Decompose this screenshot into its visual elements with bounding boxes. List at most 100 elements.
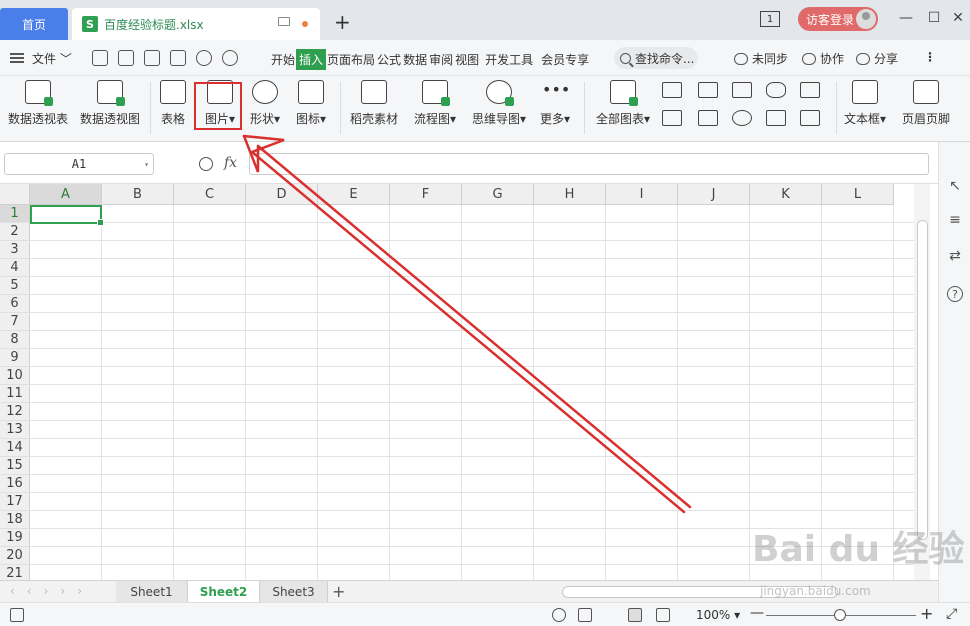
column-header[interactable]: I	[606, 184, 678, 205]
collab-button[interactable]: 协作	[802, 50, 844, 67]
zoom-out-button[interactable]: —	[750, 605, 764, 621]
center-icon[interactable]	[578, 608, 592, 622]
tab-page-layout[interactable]: 页面布局	[326, 49, 376, 70]
icon-button[interactable]: 图标▾	[296, 80, 326, 127]
undo-icon[interactable]	[196, 50, 212, 66]
row-header[interactable]: 12	[0, 403, 30, 421]
column-header[interactable]: G	[462, 184, 534, 205]
row-header[interactable]: 15	[0, 457, 30, 475]
stock-chart-icon[interactable]	[698, 110, 718, 126]
close-icon[interactable]: ✕	[950, 10, 966, 26]
add-sheet-button[interactable]: +	[332, 582, 345, 601]
tab-start[interactable]: 开始	[270, 49, 296, 70]
row-header[interactable]: 11	[0, 385, 30, 403]
row-header[interactable]: 9	[0, 349, 30, 367]
sync-button[interactable]: 未同步	[734, 50, 788, 67]
row-header[interactable]: 21	[0, 565, 30, 580]
combo-chart-icon[interactable]	[800, 110, 820, 126]
tab-view[interactable]: 视图	[454, 49, 480, 70]
select-cursor-icon[interactable]: ↖	[947, 178, 963, 194]
export-icon[interactable]	[118, 50, 134, 66]
eye-protection-icon[interactable]	[552, 608, 566, 622]
macro-icon[interactable]	[10, 608, 24, 622]
formula-input[interactable]	[249, 153, 929, 175]
row-header[interactable]: 14	[0, 439, 30, 457]
monitor-icon[interactable]	[278, 17, 290, 26]
row-header[interactable]: 5	[0, 277, 30, 295]
tab-data[interactable]: 数据	[402, 49, 428, 70]
row-header[interactable]: 8	[0, 331, 30, 349]
row-header[interactable]: 19	[0, 529, 30, 547]
column-header[interactable]: C	[174, 184, 246, 205]
tab-insert[interactable]: 插入	[296, 49, 327, 70]
column-header[interactable]: L	[822, 184, 894, 205]
row-header[interactable]: 10	[0, 367, 30, 385]
tab-file[interactable]: S 百度经验标题.xlsx	[72, 8, 320, 40]
file-menu[interactable]: 文件 ﹀	[32, 50, 72, 67]
pie-chart-icon[interactable]	[732, 110, 752, 126]
sheet-tab-1[interactable]: Sheet1	[116, 581, 188, 603]
row-header[interactable]: 6	[0, 295, 30, 313]
tab-developer[interactable]: 开发工具	[484, 49, 534, 70]
column-header[interactable]: K	[750, 184, 822, 205]
flowchart-button[interactable]: 流程图▾	[414, 80, 456, 127]
settings-sliders-icon[interactable]: ≡	[947, 212, 963, 228]
zoom-formula-icon[interactable]	[199, 157, 213, 171]
minimize-icon[interactable]: —	[898, 10, 914, 26]
row-header[interactable]: 13	[0, 421, 30, 439]
more-menu-icon[interactable]: ⋮	[924, 50, 936, 64]
row-header[interactable]: 17	[0, 493, 30, 511]
column-header[interactable]: F	[390, 184, 462, 205]
sheet-tab-2[interactable]: Sheet2	[188, 581, 260, 603]
radar-chart-icon[interactable]	[766, 82, 786, 98]
tab-formula[interactable]: 公式	[376, 49, 402, 70]
map-chart-icon[interactable]	[662, 110, 682, 126]
area-chart-icon[interactable]	[800, 82, 820, 98]
column-header[interactable]: J	[678, 184, 750, 205]
line-chart-icon[interactable]	[732, 82, 752, 98]
row-header[interactable]: 2	[0, 223, 30, 241]
row-header[interactable]: 1	[0, 205, 30, 223]
fx-icon[interactable]: fx	[224, 155, 237, 171]
search-command[interactable]: 查找命令...	[614, 47, 698, 69]
material-button[interactable]: 稻壳素材	[350, 80, 398, 127]
window-count-icon[interactable]: 1	[760, 11, 780, 27]
page-view-icon[interactable]	[656, 608, 670, 622]
maximize-icon[interactable]: ☐	[926, 10, 942, 26]
menu-icon[interactable]	[10, 53, 24, 63]
fullscreen-icon[interactable]: ⤢	[946, 606, 957, 622]
column-header[interactable]: B	[102, 184, 174, 205]
bar-chart-icon[interactable]	[698, 82, 718, 98]
row-header[interactable]: 20	[0, 547, 30, 565]
textbox-button[interactable]: 文本框▾	[844, 80, 886, 127]
active-cell[interactable]	[30, 205, 104, 226]
redo-icon[interactable]	[222, 50, 238, 66]
sheet-nav-arrows-icon[interactable]: ‹‹›››	[10, 584, 94, 598]
column-header[interactable]: E	[318, 184, 390, 205]
more-button[interactable]: ••• 更多▾	[540, 80, 570, 127]
zoom-level[interactable]: 100% ▾	[696, 608, 740, 622]
new-tab-button[interactable]: +	[334, 12, 351, 32]
header-footer-button[interactable]: 页眉页脚	[902, 80, 950, 127]
shape-button[interactable]: 形状▾	[250, 80, 280, 127]
zoom-in-button[interactable]: +	[920, 604, 933, 623]
pivot-table-button[interactable]: 数据透视表	[8, 80, 68, 127]
pivot-chart-button[interactable]: 数据透视图	[80, 80, 140, 127]
row-header[interactable]: 16	[0, 475, 30, 493]
row-header[interactable]: 18	[0, 511, 30, 529]
zoom-slider-knob[interactable]	[834, 609, 846, 621]
share-button[interactable]: 分享	[856, 50, 898, 67]
all-charts-button[interactable]: 全部图表▾	[596, 80, 650, 127]
table-button[interactable]: 表格	[160, 80, 186, 127]
scatter-chart-icon[interactable]	[766, 110, 786, 126]
tab-member[interactable]: 会员专享	[540, 49, 590, 70]
print-icon[interactable]	[144, 50, 160, 66]
row-header[interactable]: 3	[0, 241, 30, 259]
vertical-scroll-thumb[interactable]	[917, 220, 928, 540]
select-all-corner[interactable]	[0, 184, 30, 205]
tab-review[interactable]: 审阅	[428, 49, 454, 70]
row-header[interactable]: 7	[0, 313, 30, 331]
row-header[interactable]: 4	[0, 259, 30, 277]
column-header[interactable]: A	[30, 184, 102, 205]
tab-home[interactable]: 首页	[0, 8, 68, 40]
